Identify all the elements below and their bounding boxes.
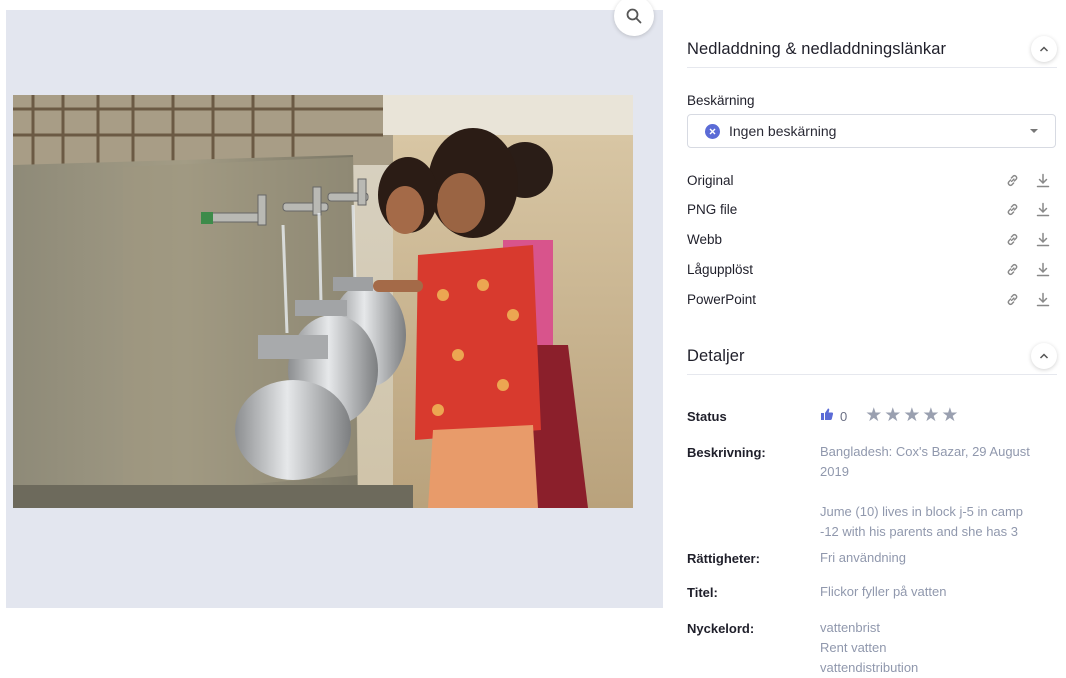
details-section-title: Detaljer xyxy=(687,346,745,365)
description-label: Beskrivning: xyxy=(687,445,766,460)
clear-crop-icon[interactable] xyxy=(705,123,720,139)
download-icon[interactable] xyxy=(1036,232,1050,247)
download-row-webb: Webb xyxy=(687,229,1050,249)
star-icon[interactable]: ★ xyxy=(903,406,920,425)
image-viewer xyxy=(6,0,663,608)
download-row-png: PNG file xyxy=(687,199,1050,219)
download-label: Original xyxy=(687,172,734,188)
rights-value: Fri användning xyxy=(820,550,906,565)
keywords-label: Nyckelord: xyxy=(687,621,755,636)
crop-select-value: Ingen beskärning xyxy=(729,123,837,139)
download-label: PNG file xyxy=(687,201,738,217)
like-count: 0 xyxy=(840,408,848,424)
crop-label: Beskärning xyxy=(687,93,755,108)
status-label: Status xyxy=(687,409,727,424)
link-icon[interactable] xyxy=(1005,262,1020,277)
collapse-downloads-button[interactable] xyxy=(1031,36,1057,62)
download-icon[interactable] xyxy=(1036,202,1050,217)
keyword-item[interactable]: vattenbrist xyxy=(820,618,880,638)
downloads-section-title: Nedladdning & nedladdningslänkar xyxy=(687,39,947,58)
chevron-up-icon xyxy=(1039,46,1049,52)
crop-select[interactable]: Ingen beskärning xyxy=(687,114,1056,148)
keyword-item[interactable]: Rent vatten xyxy=(820,638,887,658)
download-row-powerpoint: PowerPoint xyxy=(687,289,1050,309)
side-panel: Nedladdning & nedladdningslänkar Beskärn… xyxy=(687,0,1059,675)
chevron-up-icon xyxy=(1039,353,1049,359)
link-icon[interactable] xyxy=(1005,292,1020,307)
download-row-lowres: Lågupplöst xyxy=(687,259,1050,279)
caret-down-icon xyxy=(1030,129,1038,133)
collapse-details-button[interactable] xyxy=(1031,343,1057,369)
download-icon[interactable] xyxy=(1036,262,1050,277)
downloads-section-header[interactable]: Nedladdning & nedladdningslänkar xyxy=(687,31,1057,68)
details-section-header[interactable]: Detaljer xyxy=(687,338,1057,375)
star-icon[interactable]: ★ xyxy=(941,406,958,425)
star-icon[interactable]: ★ xyxy=(865,406,882,425)
link-icon[interactable] xyxy=(1005,202,1020,217)
link-icon[interactable] xyxy=(1005,173,1020,188)
title-label: Titel: xyxy=(687,585,718,600)
link-icon[interactable] xyxy=(1005,232,1020,247)
search-icon xyxy=(626,8,642,24)
download-icon[interactable] xyxy=(1036,173,1050,188)
description-line-4: -12 with his parents and she has 3 xyxy=(820,524,1019,539)
title-value: Flickor fyller på vatten xyxy=(820,584,947,599)
description-line-3: Jume (10) lives in block j-5 in camp xyxy=(820,504,1024,519)
download-label: Lågupplöst xyxy=(687,261,754,277)
download-row-original: Original xyxy=(687,170,1050,190)
rights-label: Rättigheter: xyxy=(687,551,760,566)
status-row: 0 ★ ★ ★ ★ ★ xyxy=(820,406,958,426)
download-label: Webb xyxy=(687,231,723,247)
download-icon[interactable] xyxy=(1036,292,1050,307)
preview-photo xyxy=(13,95,633,508)
description-line-1: Bangladesh: Cox's Bazar, 29 August xyxy=(820,444,1030,459)
star-icon[interactable]: ★ xyxy=(922,406,939,425)
description-line-2: 2019 xyxy=(820,464,849,479)
star-icon[interactable]: ★ xyxy=(884,406,901,425)
thumbs-up-icon[interactable] xyxy=(820,407,834,426)
keyword-item[interactable]: vattendistribution xyxy=(820,658,918,678)
zoom-button[interactable] xyxy=(614,0,654,36)
download-label: PowerPoint xyxy=(687,291,757,307)
star-rating[interactable]: ★ ★ ★ ★ ★ xyxy=(865,406,958,425)
